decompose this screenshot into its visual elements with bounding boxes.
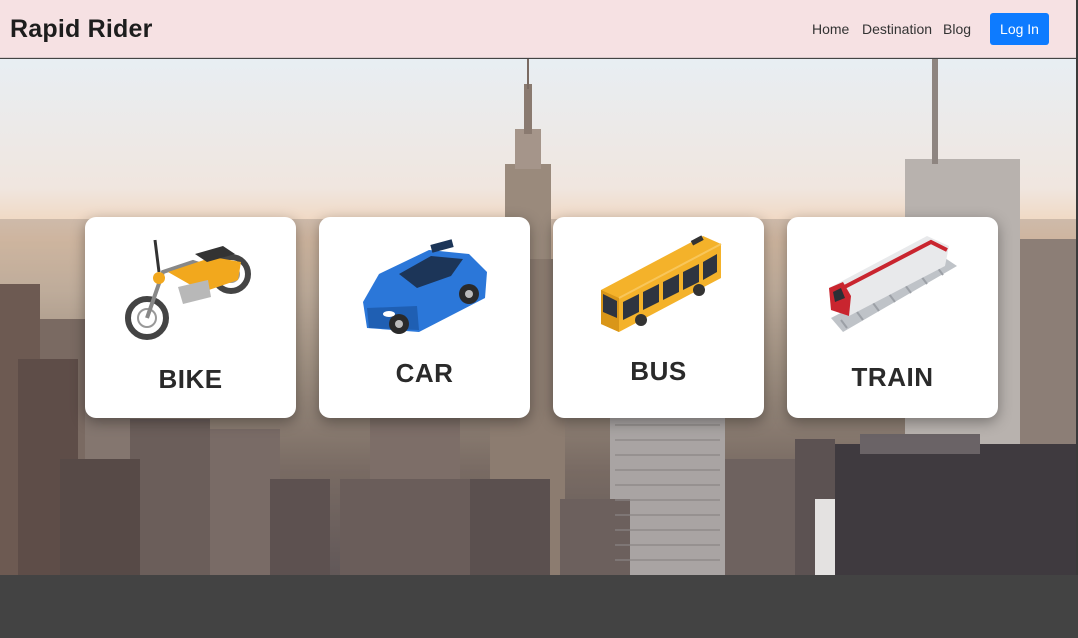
nav-link-blog[interactable]: Blog <box>943 21 971 37</box>
motorcycle-icon <box>125 239 251 340</box>
transport-card-bus[interactable]: BUS <box>553 217 764 418</box>
footer-band <box>0 575 1078 638</box>
nav-link-home[interactable]: Home <box>812 21 849 37</box>
brand-logo[interactable]: Rapid Rider <box>10 15 153 44</box>
train-icon <box>829 236 957 332</box>
nav-link-destination[interactable]: Destination <box>862 21 932 37</box>
transport-card-train[interactable]: TRAIN <box>787 217 998 418</box>
login-button[interactable]: Log In <box>990 13 1049 45</box>
card-label-car: CAR <box>395 358 454 388</box>
car-icon <box>363 239 487 334</box>
navbar: Rapid Rider Home Destination Blog Log In <box>0 0 1076 58</box>
transport-card-car[interactable]: CAR <box>319 217 530 418</box>
bus-icon <box>601 235 722 332</box>
card-label-bike: BIKE <box>158 364 223 394</box>
card-label-bus: BUS <box>630 356 687 386</box>
transport-card-bike[interactable]: BIKE <box>85 217 296 418</box>
card-label-train: TRAIN <box>851 362 934 392</box>
